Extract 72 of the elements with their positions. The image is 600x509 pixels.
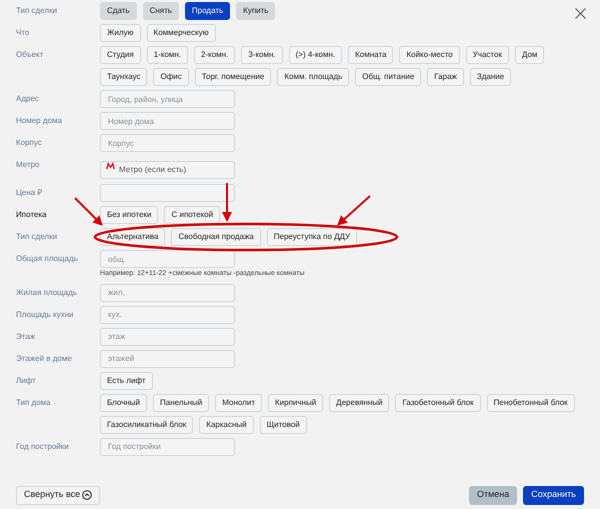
option-button[interactable]: Газосиликатный блок: [100, 416, 194, 434]
option-button[interactable]: Комм. площадь: [277, 68, 350, 86]
option-button[interactable]: Блочный: [100, 394, 147, 412]
option-button[interactable]: Свободная продажа: [171, 228, 261, 246]
option-button[interactable]: Без ипотеки: [100, 206, 158, 224]
input-field[interactable]: этаж: [100, 328, 235, 346]
metro-field[interactable]: Метро (если есть): [100, 160, 235, 178]
chevron-up-icon: [82, 490, 92, 500]
option-button[interactable]: Таунхаус: [100, 68, 148, 86]
field-label: Объект: [16, 49, 44, 61]
option-button[interactable]: Кирпичный: [268, 394, 324, 412]
option-button[interactable]: Снять: [142, 2, 179, 20]
option-button[interactable]: Студия: [100, 46, 141, 64]
option-button[interactable]: Щитовой: [260, 416, 307, 434]
input-field[interactable]: кух.: [100, 306, 235, 324]
option-button[interactable]: Переуступка по ДДУ: [266, 228, 358, 246]
field-label: Этаж: [16, 330, 36, 342]
option-button[interactable]: Пенобетонный блок: [486, 394, 575, 412]
field-label: Общая площадь: [16, 253, 79, 265]
field-label: Этажей в доме: [16, 352, 73, 365]
input-field[interactable]: [100, 184, 235, 202]
option-button[interactable]: Монолит: [215, 394, 262, 412]
field-label: Площадь кухни: [16, 308, 75, 321]
field-label: Жилая площадь: [16, 286, 78, 299]
option-button[interactable]: Офис: [153, 68, 189, 86]
option-button[interactable]: Деревянный: [329, 394, 390, 412]
option-button[interactable]: Участок: [466, 46, 509, 64]
option-button[interactable]: Панельный: [153, 394, 210, 412]
option-button[interactable]: Дом: [514, 46, 544, 64]
option-button[interactable]: 2-комн.: [194, 46, 236, 64]
field-label: Корпус: [16, 137, 43, 149]
option-button[interactable]: 1-комн.: [146, 46, 188, 64]
option-button[interactable]: Купить: [236, 2, 276, 20]
option-button[interactable]: 3-комн.: [241, 46, 283, 64]
field-label: Адрес: [16, 93, 40, 105]
field-label: Тип сделки: [16, 5, 58, 17]
close-icon[interactable]: [575, 8, 586, 19]
option-button[interactable]: Жилую: [100, 24, 141, 42]
save-button[interactable]: Сохранить: [523, 486, 584, 504]
option-button[interactable]: Торг. помещение: [194, 68, 272, 86]
cancel-button[interactable]: Отмена: [468, 486, 518, 504]
field-label: Номер дома: [16, 115, 63, 127]
input-field[interactable]: этажей: [100, 350, 235, 368]
option-button[interactable]: Коммерческую: [146, 24, 216, 42]
option-button[interactable]: Продать: [184, 2, 230, 20]
input-field[interactable]: Корпус: [100, 134, 235, 152]
field-label: Год постройки: [16, 440, 70, 453]
option-button[interactable]: С ипотекой: [164, 206, 220, 224]
field-label: Цена ₽: [16, 187, 44, 199]
field-label: Что: [16, 27, 30, 39]
field-label: Лифт: [16, 374, 37, 387]
option-button[interactable]: Общ. питание: [355, 68, 422, 86]
input-field[interactable]: Год постройки: [100, 438, 235, 456]
input-field[interactable]: жил.: [100, 284, 235, 302]
option-button[interactable]: (>) 4-комн.: [288, 46, 342, 64]
option-button[interactable]: Сдать: [100, 2, 137, 20]
option-button[interactable]: Комната: [348, 46, 394, 64]
option-button[interactable]: Койко-место: [399, 46, 460, 64]
input-field[interactable]: общ.: [100, 250, 235, 268]
input-field[interactable]: Город, район, улица: [100, 90, 235, 108]
option-button[interactable]: Есть лифт: [100, 372, 153, 390]
field-label: Тип сделки: [16, 231, 58, 243]
field-label: Тип дома: [16, 396, 52, 409]
input-field[interactable]: Номер дома: [100, 112, 235, 130]
field-label: Метро: [16, 159, 40, 171]
option-button[interactable]: Здание: [470, 68, 512, 86]
collapse-all-button[interactable]: Свернуть все: [16, 486, 100, 504]
metro-icon: [106, 162, 115, 169]
option-button[interactable]: Газобетонный блок: [395, 394, 481, 412]
option-button[interactable]: Гараж: [427, 68, 464, 86]
option-button[interactable]: Каркасный: [199, 416, 254, 434]
field-label: Ипотека: [16, 209, 48, 221]
